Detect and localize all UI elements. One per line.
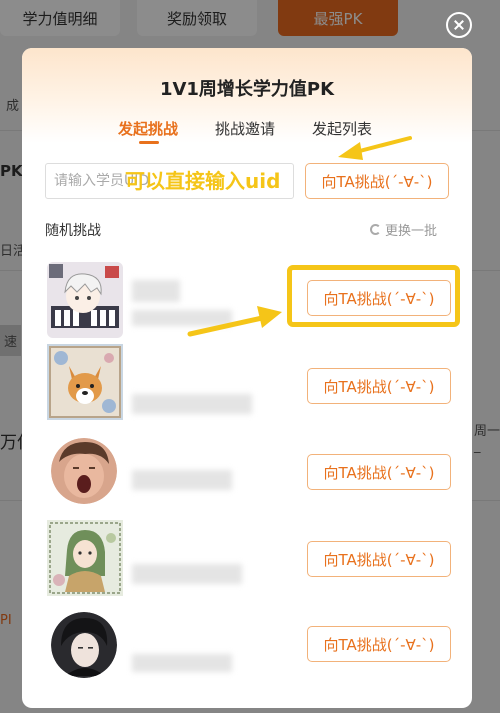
annotation-arrows (187, 136, 412, 337)
arrow-icon (338, 136, 412, 160)
arrow-icon (187, 306, 282, 337)
